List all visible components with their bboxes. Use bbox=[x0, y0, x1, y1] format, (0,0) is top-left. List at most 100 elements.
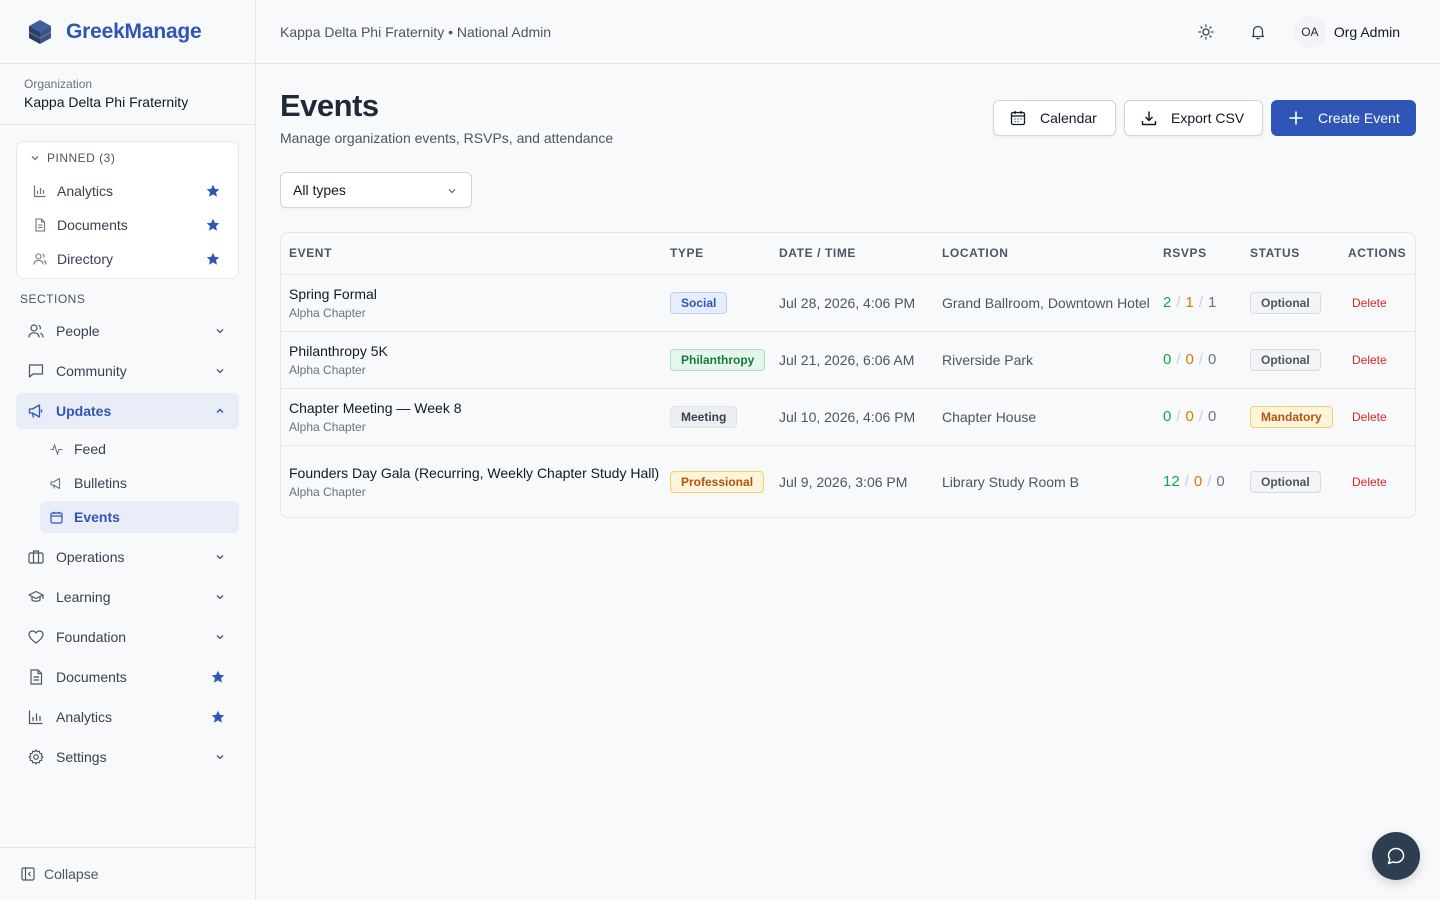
rsvp-cell: 0/0/0 bbox=[1155, 388, 1242, 446]
heart-icon bbox=[28, 630, 44, 644]
status-badge: Optional bbox=[1250, 291, 1321, 314]
star-icon[interactable] bbox=[206, 184, 220, 198]
collapse-label: Collapse bbox=[44, 866, 99, 882]
rsvp-maybe-count: 0 bbox=[1185, 350, 1194, 368]
event-name[interactable]: Chapter Meeting — Week 8 bbox=[289, 398, 662, 418]
column-header-status[interactable]: STATUS bbox=[1242, 233, 1340, 275]
nav-item-updates[interactable]: Updates bbox=[16, 393, 239, 429]
rsvp-no-count: 0 bbox=[1208, 350, 1217, 368]
table-row[interactable]: Spring Formal Alpha Chapter Social Jul 2… bbox=[281, 274, 1415, 332]
gear-icon bbox=[28, 749, 44, 765]
rsvp-separator: / bbox=[1184, 472, 1189, 490]
export-csv-button[interactable]: Export CSV bbox=[1124, 100, 1263, 136]
star-icon[interactable] bbox=[211, 670, 225, 684]
delete-button[interactable]: Delete bbox=[1340, 445, 1415, 517]
type-cell: Meeting bbox=[662, 388, 771, 446]
type-cell: Professional bbox=[662, 445, 771, 517]
updates-submenu: Feed Bulletins Events bbox=[40, 433, 239, 533]
create-event-button[interactable]: Create Event bbox=[1271, 100, 1416, 136]
pinned-item-analytics[interactable]: Analytics bbox=[17, 174, 238, 208]
sub-item-feed[interactable]: Feed bbox=[40, 433, 239, 465]
table-row[interactable]: Founders Day Gala (Recurring, Weekly Cha… bbox=[281, 445, 1415, 517]
document-icon bbox=[35, 218, 46, 232]
nav-item-operations[interactable]: Operations bbox=[16, 539, 239, 575]
nav-item-people[interactable]: People bbox=[16, 313, 239, 349]
calendar-icon bbox=[1010, 111, 1026, 126]
avatar[interactable]: OA bbox=[1293, 16, 1326, 48]
event-name[interactable]: Philanthropy 5K bbox=[289, 341, 662, 361]
theme-toggle-button[interactable] bbox=[1190, 16, 1222, 48]
status-cell: Optional bbox=[1242, 445, 1340, 517]
column-header-actions: ACTIONS bbox=[1340, 233, 1415, 275]
panel-left-icon bbox=[21, 867, 35, 881]
document-icon bbox=[30, 669, 43, 685]
event-chapter: Alpha Chapter bbox=[289, 305, 366, 320]
cube-logo-icon bbox=[29, 19, 51, 44]
pinned-toggle[interactable]: PINNED (3) bbox=[17, 142, 238, 174]
bar-chart-icon bbox=[33, 185, 46, 198]
nav-item-analytics[interactable]: Analytics bbox=[16, 699, 239, 735]
create-event-label: Create Event bbox=[1318, 110, 1400, 126]
page-title: Events bbox=[280, 88, 379, 123]
notifications-button[interactable] bbox=[1242, 16, 1274, 48]
pinned-panel: PINNED (3) Analytics Documents Directory bbox=[16, 141, 239, 279]
nav-item-learning[interactable]: Learning bbox=[16, 579, 239, 615]
table-row[interactable]: Philanthropy 5K Alpha Chapter Philanthro… bbox=[281, 331, 1415, 389]
location-cell: Riverside Park bbox=[934, 331, 1155, 389]
column-header-type[interactable]: TYPE bbox=[662, 233, 771, 275]
sub-item-label: Bulletins bbox=[74, 475, 127, 491]
collapse-button[interactable]: Collapse bbox=[0, 847, 255, 900]
top-bar: Kappa Delta Phi Fraternity • National Ad… bbox=[256, 0, 1440, 64]
chevron-down-icon bbox=[216, 635, 224, 640]
page-subtitle: Manage organization events, RSVPs, and a… bbox=[280, 130, 614, 146]
delete-button[interactable]: Delete bbox=[1340, 331, 1415, 389]
pinned-item-directory[interactable]: Directory bbox=[17, 242, 238, 276]
star-icon[interactable] bbox=[206, 252, 220, 266]
sub-item-bulletins[interactable]: Bulletins bbox=[40, 467, 239, 499]
nav-label: Operations bbox=[56, 549, 125, 565]
column-header-event[interactable]: EVENT bbox=[281, 233, 662, 275]
bar-chart-icon bbox=[28, 710, 43, 725]
calendar-button[interactable]: Calendar bbox=[993, 100, 1116, 136]
nav-label: People bbox=[56, 323, 100, 339]
star-icon[interactable] bbox=[211, 710, 225, 724]
sub-item-events[interactable]: Events bbox=[40, 501, 239, 533]
table-row[interactable]: Chapter Meeting — Week 8 Alpha Chapter M… bbox=[281, 388, 1415, 446]
delete-button[interactable]: Delete bbox=[1340, 274, 1415, 332]
event-chapter: Alpha Chapter bbox=[289, 419, 366, 434]
pinned-item-documents[interactable]: Documents bbox=[17, 208, 238, 242]
event-name[interactable]: Spring Formal bbox=[289, 284, 662, 304]
breadcrumb: Kappa Delta Phi Fraternity • National Ad… bbox=[280, 23, 552, 40]
app-name: GreekManage bbox=[66, 19, 202, 43]
date-cell: Jul 10, 2026, 4:06 PM bbox=[771, 388, 934, 446]
location-cell: Grand Ballroom, Downtown Hotel bbox=[934, 274, 1155, 332]
event-chapter: Alpha Chapter bbox=[289, 484, 366, 499]
column-header-location[interactable]: LOCATION bbox=[934, 233, 1155, 275]
chat-bubble-icon bbox=[1387, 847, 1405, 865]
event-name[interactable]: Founders Day Gala (Recurring, Weekly Cha… bbox=[289, 463, 662, 483]
sun-icon bbox=[1198, 24, 1214, 40]
organization-switcher[interactable]: Organization Kappa Delta Phi Fraternity bbox=[0, 64, 255, 125]
chevron-up-icon bbox=[216, 408, 224, 414]
nav-item-community[interactable]: Community bbox=[16, 353, 239, 389]
nav-item-documents[interactable]: Documents bbox=[16, 659, 239, 695]
nav-item-settings[interactable]: Settings bbox=[16, 739, 239, 775]
type-filter-select[interactable]: All types bbox=[280, 172, 472, 208]
organization-name: Kappa Delta Phi Fraternity bbox=[24, 94, 189, 110]
event-cell: Chapter Meeting — Week 8 Alpha Chapter bbox=[281, 388, 662, 446]
activity-icon bbox=[50, 442, 63, 456]
briefcase-icon bbox=[28, 550, 44, 564]
brand[interactable]: GreekManage bbox=[0, 0, 255, 64]
user-name[interactable]: Org Admin bbox=[1334, 24, 1400, 40]
nav-item-foundation[interactable]: Foundation bbox=[16, 619, 239, 655]
nav-label: Analytics bbox=[56, 709, 113, 725]
type-cell: Social bbox=[662, 274, 771, 332]
column-header-rsvps[interactable]: RSVPS bbox=[1155, 233, 1242, 275]
star-icon[interactable] bbox=[206, 218, 220, 232]
location-cell: Chapter House bbox=[934, 388, 1155, 446]
chat-button[interactable] bbox=[1372, 832, 1420, 880]
status-cell: Optional bbox=[1242, 331, 1340, 389]
pinned-item-label: Documents bbox=[57, 217, 128, 233]
delete-button[interactable]: Delete bbox=[1340, 388, 1415, 446]
column-header-date-time[interactable]: DATE / TIME bbox=[771, 233, 934, 275]
